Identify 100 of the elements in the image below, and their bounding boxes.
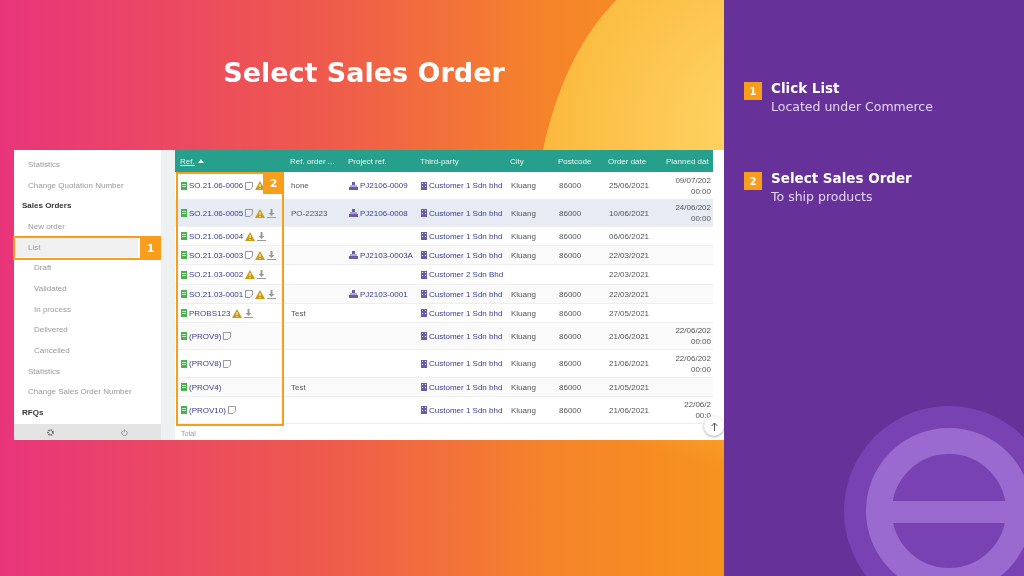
download-icon — [257, 231, 267, 241]
planned-date: 22/06/202 — [675, 353, 711, 363]
third-party-link[interactable]: Customer 1 Sdn bhd — [429, 405, 503, 415]
building-icon — [421, 232, 427, 240]
building-icon — [421, 290, 427, 298]
note-icon — [245, 290, 254, 298]
warning-icon — [245, 270, 256, 279]
document-icon — [181, 309, 187, 317]
warning-icon — [255, 250, 266, 260]
building-icon — [421, 309, 427, 317]
document-icon — [181, 359, 187, 368]
step-title: Select Sales Order — [771, 170, 912, 186]
project-ref-link[interactable]: PJ2106-0009 — [360, 181, 408, 190]
settings-icon[interactable] — [47, 428, 55, 436]
third-party-link[interactable]: Customer 1 Sdn bhd — [429, 359, 503, 368]
table-cell: Kluang — [505, 246, 553, 265]
document-icon — [181, 181, 187, 190]
third-party-link[interactable]: Customer 2 Sdn Bhd — [429, 270, 504, 279]
document-icon — [181, 232, 187, 240]
note-icon — [245, 181, 254, 190]
document-icon — [181, 332, 187, 340]
download-icon — [267, 289, 277, 299]
slide-title: Select Sales Order — [223, 56, 505, 88]
table-cell: 22/03/2021 — [603, 285, 661, 304]
order-ref-link[interactable]: SO.21.06-0005 — [189, 208, 244, 218]
planned-date: 22/06/2 — [684, 400, 711, 409]
note-icon — [223, 332, 232, 340]
third-party-link[interactable]: Customer 1 Sdn bhd — [429, 308, 503, 318]
order-ref-link[interactable]: (PROV9) — [189, 331, 222, 341]
planned-time: 00:0 — [695, 411, 711, 420]
table-cell: 86000 — [553, 285, 603, 304]
order-ref-link[interactable]: SO.21.03-0002 — [189, 270, 244, 279]
table-cell: 86000 — [553, 323, 603, 350]
building-icon — [421, 181, 427, 190]
table-cell: 21/06/2021 — [603, 323, 661, 350]
menu-heading[interactable]: RFQs — [14, 402, 161, 423]
third-party-link[interactable]: Customer 1 Sdn bhd — [429, 289, 503, 299]
note-icon — [223, 359, 232, 368]
arrow-up-icon — [710, 421, 718, 431]
building-icon — [421, 251, 427, 259]
step-title: Click List — [771, 80, 841, 96]
project-ref-link[interactable]: PJ2106-0008 — [360, 208, 408, 218]
table-cell: Kluang — [505, 200, 553, 227]
third-party-link[interactable]: Customer 1 Sdn bhd — [429, 208, 503, 218]
table-cell: Test — [285, 378, 343, 397]
table-cell: 86000 — [553, 200, 603, 227]
warning-icon — [255, 289, 266, 299]
callout-badge: 2 — [263, 172, 284, 194]
table-cell: Kluang — [505, 378, 553, 397]
table-cell: 21/05/2021 — [603, 378, 661, 397]
step-subtitle: To ship products — [771, 189, 874, 204]
third-party-link[interactable]: Customer 1 Sdn bhd — [429, 181, 503, 190]
document-icon — [181, 209, 187, 217]
step-subtitle: Located under Commerce — [771, 99, 933, 114]
download-icon — [267, 250, 277, 260]
hierarchy-icon — [349, 251, 358, 259]
step-badge: 1 — [744, 82, 762, 100]
power-icon[interactable] — [120, 428, 128, 436]
planned-time: 00:00 — [690, 186, 711, 196]
planned-time: 00:00 — [690, 337, 711, 346]
download-icon — [267, 208, 277, 218]
order-ref-link[interactable]: SO.21.03-0003 — [189, 250, 244, 260]
menu-heading[interactable]: Sales Orders — [14, 195, 161, 217]
step-badge: 2 — [744, 172, 762, 190]
order-ref-link[interactable]: SO.21.06-0006 — [189, 181, 244, 190]
building-icon — [421, 359, 427, 368]
sort-ascending-icon — [197, 159, 204, 163]
third-party-link[interactable]: Customer 1 Sdn bhd — [429, 382, 503, 392]
download-icon — [244, 308, 254, 318]
project-ref-link[interactable]: PJ2103-0001 — [360, 289, 408, 299]
order-ref-link[interactable]: (PROV10) — [189, 405, 226, 415]
table-cell: Kluang — [505, 285, 553, 304]
project-ref-link[interactable]: PJ2103-0003A — [360, 250, 413, 260]
callout-badge: 1 — [140, 237, 161, 259]
third-party-link[interactable]: Customer 1 Sdn bhd — [429, 331, 503, 341]
building-icon — [421, 270, 427, 279]
order-ref-link[interactable]: PROBS123 — [189, 308, 231, 318]
planned-date: 24/06/202 — [675, 203, 711, 212]
table-cell: Kluang — [505, 323, 553, 350]
scroll-top-button[interactable] — [704, 416, 724, 436]
table-cell: 86000 — [553, 246, 603, 265]
building-icon — [421, 406, 427, 414]
note-icon — [227, 406, 236, 414]
order-ref-link[interactable]: (PROV8) — [189, 359, 222, 368]
hierarchy-icon — [349, 181, 358, 190]
hierarchy-icon — [349, 290, 358, 298]
table-cell: 10/06/2021 — [603, 200, 661, 227]
third-party-link[interactable]: Customer 1 Sdn bhd — [429, 250, 503, 260]
order-ref-link[interactable]: SO.21.06-0004 — [189, 231, 244, 241]
planned-date: 22/06/202 — [675, 326, 711, 335]
order-ref-link[interactable]: SO.21.03-0001 — [189, 289, 244, 299]
third-party-link[interactable]: Customer 1 Sdn bhd — [429, 231, 503, 241]
document-icon — [181, 406, 187, 414]
order-ref-link[interactable]: (PROV4) — [189, 382, 222, 392]
planned-time: 00:00 — [690, 364, 711, 374]
note-icon — [245, 251, 254, 259]
table-cell: 22/03/2021 — [603, 246, 661, 265]
building-icon — [421, 209, 427, 217]
document-icon — [181, 251, 187, 259]
hierarchy-icon — [349, 209, 358, 217]
